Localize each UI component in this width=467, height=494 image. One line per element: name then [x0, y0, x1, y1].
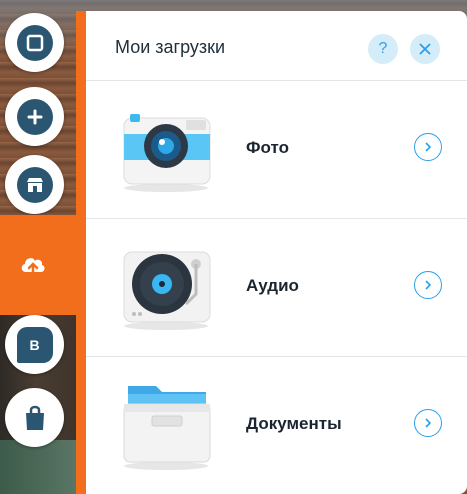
- blog-icon: B: [16, 326, 53, 363]
- upload-cloud-icon: [18, 250, 48, 280]
- close-button[interactable]: [410, 34, 440, 64]
- my-uploads-panel: Мои загрузки ? Фото Аудио Документы: [76, 11, 467, 494]
- upload-row-audio[interactable]: Аудио: [86, 218, 467, 357]
- rail-button-my-uploads[interactable]: [0, 215, 86, 315]
- rail-button-add[interactable]: [5, 87, 64, 146]
- rail-button-shop[interactable]: [5, 388, 64, 447]
- plus-icon: [16, 98, 53, 135]
- help-button[interactable]: ?: [368, 34, 398, 64]
- upload-row-label: Документы: [246, 414, 342, 433]
- store-icon: [16, 166, 53, 203]
- camera-icon: [116, 100, 216, 200]
- upload-row-label: Фото: [246, 138, 289, 157]
- panel-header: Мои загрузки ?: [86, 11, 467, 81]
- open-photo-button[interactable]: [414, 133, 442, 161]
- panel-title: Мои загрузки: [115, 37, 226, 57]
- chevron-right-icon: [425, 142, 432, 152]
- question-icon: ?: [378, 40, 388, 57]
- close-icon: [419, 43, 431, 55]
- chevron-right-icon: [425, 418, 432, 428]
- document-box-icon: [116, 376, 216, 476]
- square-icon: [16, 24, 53, 61]
- shopping-bag-icon: [17, 400, 53, 436]
- rail-button-blog[interactable]: B: [5, 315, 64, 374]
- left-toolbar: B: [0, 0, 86, 494]
- upload-row-label: Аудио: [246, 276, 299, 295]
- open-audio-button[interactable]: [414, 271, 442, 299]
- upload-row-photo[interactable]: Фото: [86, 80, 467, 219]
- rail-button-square[interactable]: [5, 13, 64, 72]
- chevron-right-icon: [425, 280, 432, 290]
- open-documents-button[interactable]: [414, 409, 442, 437]
- turntable-icon: [116, 238, 216, 338]
- rail-button-store[interactable]: [5, 155, 64, 214]
- blog-letter: B: [29, 336, 40, 353]
- upload-row-documents[interactable]: Документы: [86, 356, 467, 494]
